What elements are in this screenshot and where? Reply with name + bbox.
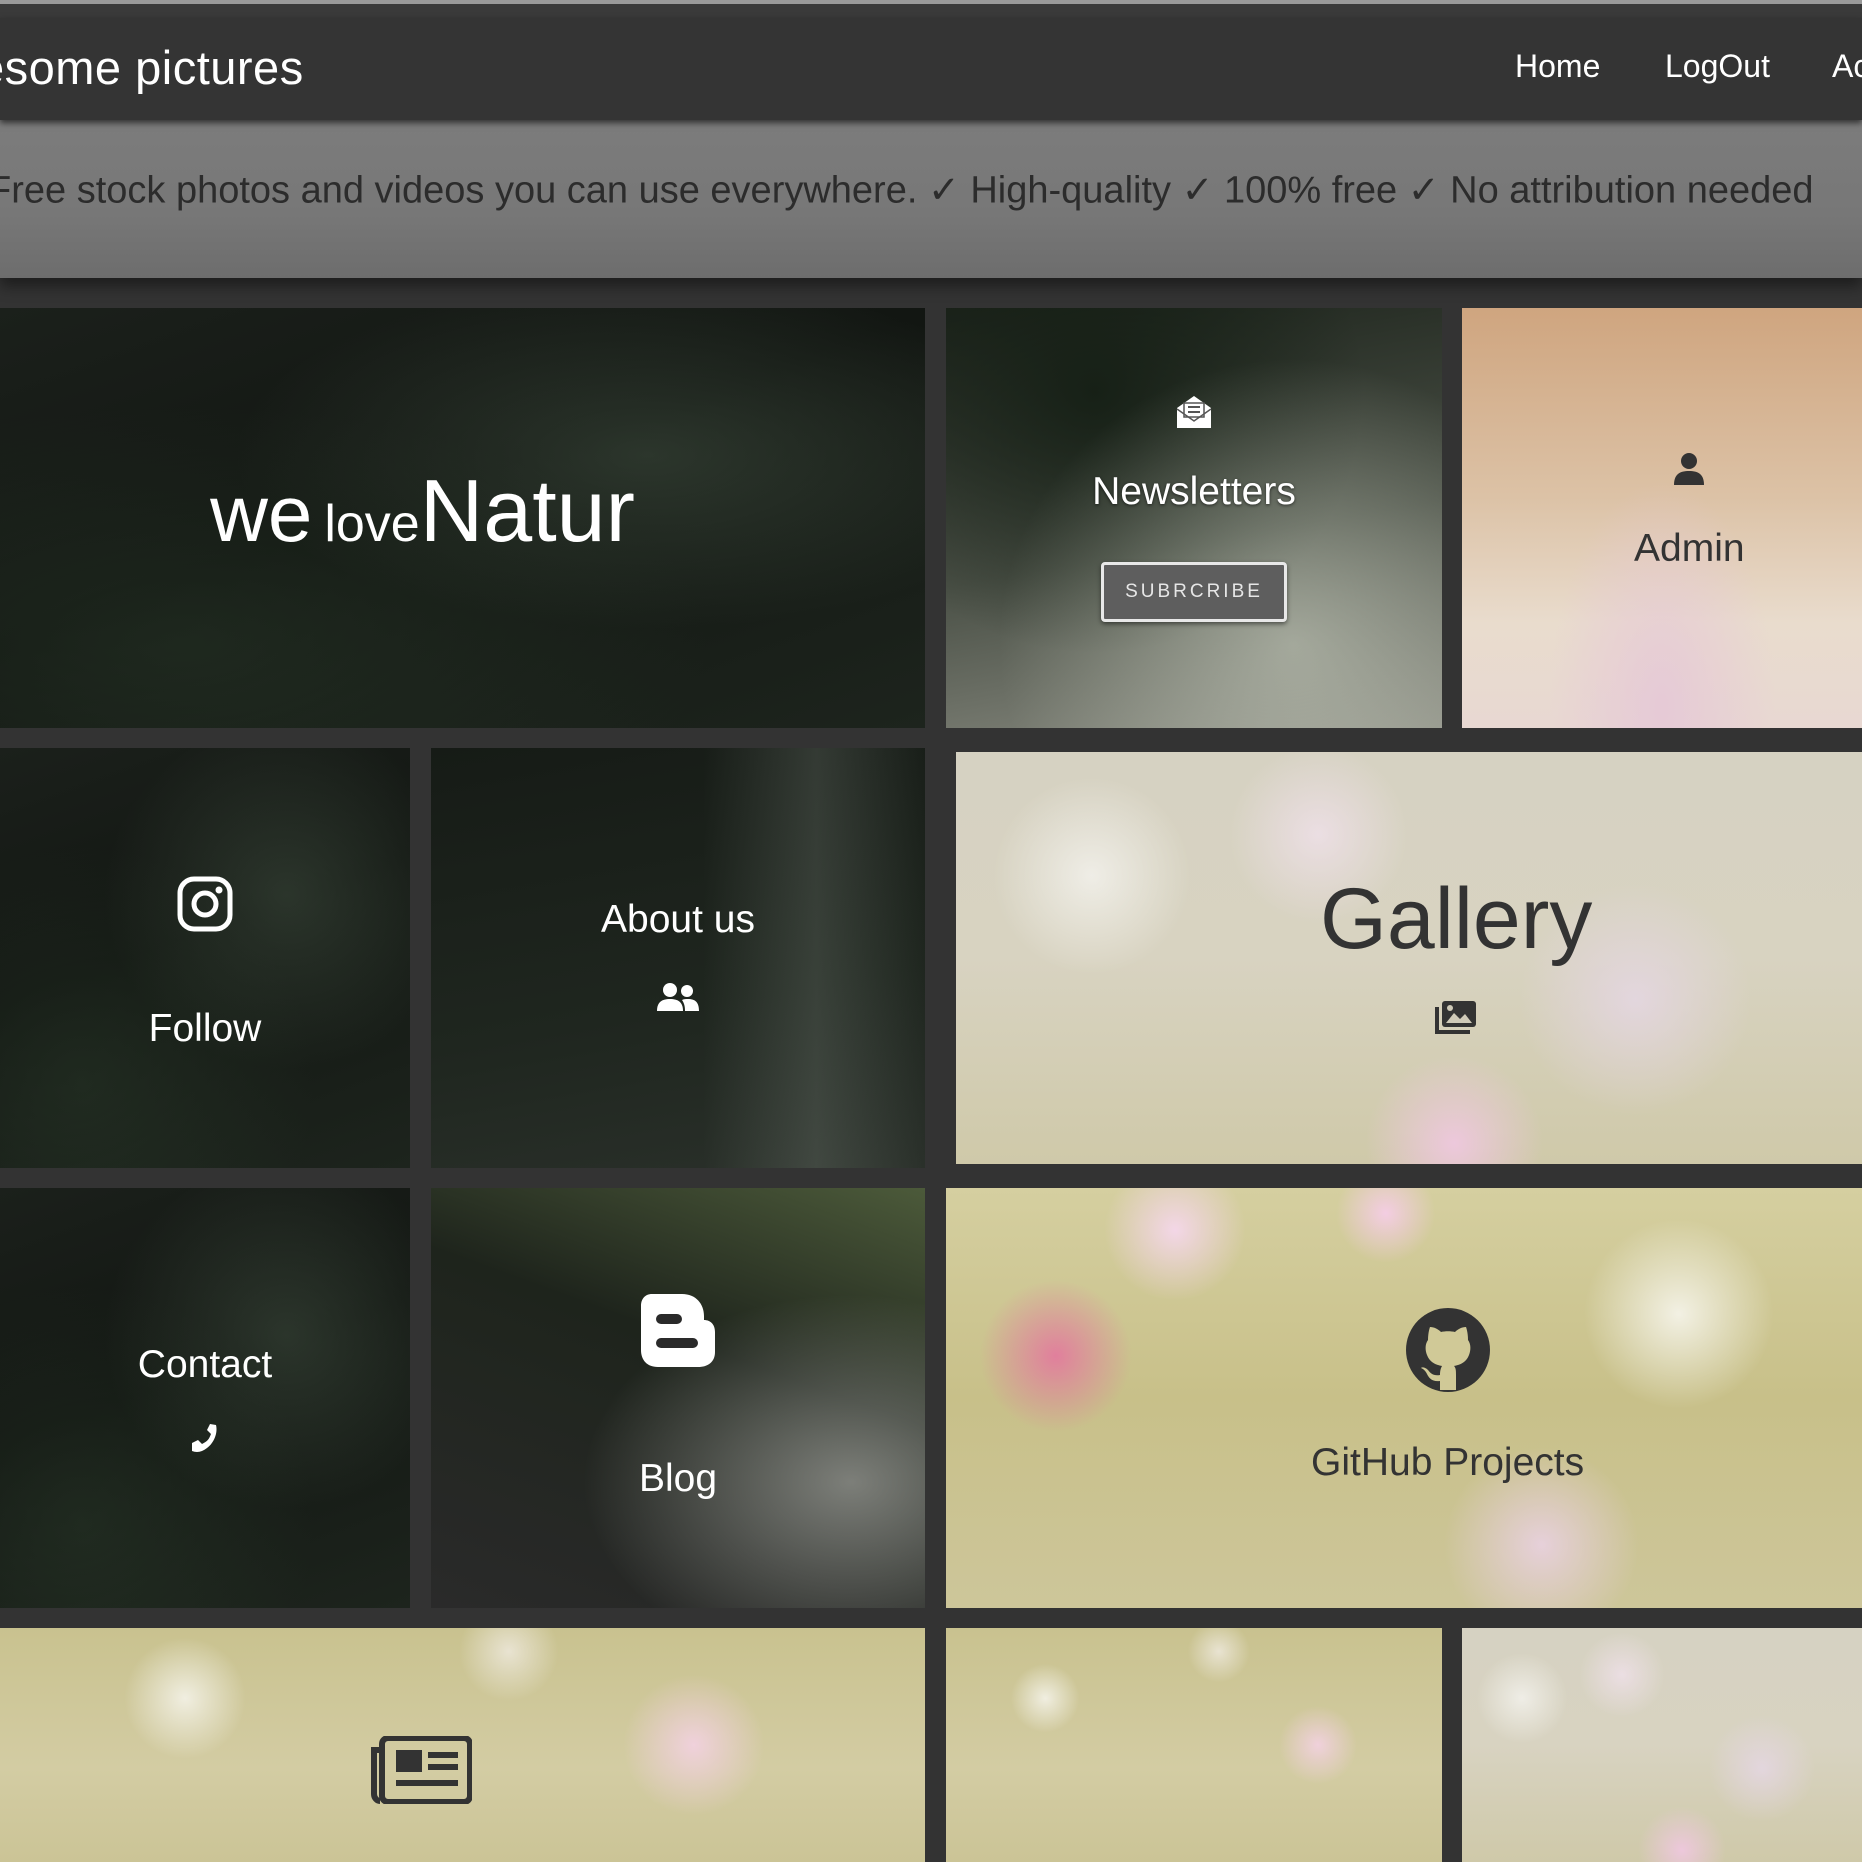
banner-text: Free stock photos and videos you can use… — [0, 169, 1814, 212]
nav-link-account[interactable]: Ac — [1832, 48, 1862, 85]
blogger-icon — [638, 1290, 718, 1375]
tile-contact[interactable]: Contact — [0, 1188, 410, 1608]
gallery-label: Gallery — [1320, 871, 1593, 967]
hero-word-we: we — [210, 469, 313, 558]
nav-link-home[interactable]: Home — [1515, 48, 1600, 85]
user-icon — [1672, 452, 1706, 491]
tile-gallery[interactable]: Gallery — [956, 752, 1862, 1164]
tile-github[interactable]: GitHub Projects — [946, 1188, 1862, 1608]
subscribe-button[interactable]: SUBRCRIBE — [1101, 561, 1287, 622]
images-icon — [1434, 999, 1478, 1040]
follow-label: Follow — [148, 1006, 262, 1050]
github-label: GitHub Projects — [1311, 1440, 1585, 1484]
admin-label: Admin — [1634, 526, 1745, 570]
tile-bottom-middle[interactable] — [946, 1628, 1442, 1862]
brand-title[interactable]: esome pictures — [0, 40, 304, 95]
navbar: esome pictures Home LogOut Ac — [0, 18, 1862, 120]
hero-title: we love Natur — [210, 460, 635, 562]
contact-label: Contact — [137, 1342, 273, 1386]
phone-icon — [188, 1421, 222, 1460]
newsletters-label: Newsletters — [1092, 469, 1296, 513]
window-top-strip — [0, 0, 1862, 18]
github-icon — [1404, 1306, 1492, 1399]
nav-link-logout[interactable]: LogOut — [1665, 48, 1770, 85]
blog-label: Blog — [638, 1456, 718, 1500]
hero-word-love: love — [324, 495, 420, 553]
tile-bottom-right-background — [1462, 1628, 1862, 1862]
envelope-open-text-icon — [1176, 395, 1212, 434]
users-icon — [656, 982, 700, 1017]
tile-admin[interactable]: Admin — [1462, 308, 1862, 728]
about-label: About us — [601, 897, 755, 941]
newspaper-icon — [368, 1735, 473, 1809]
hero-word-natur: Natur — [419, 461, 635, 560]
instagram-icon — [177, 876, 233, 937]
tile-follow[interactable]: Follow — [0, 748, 410, 1168]
tile-news[interactable] — [0, 1628, 925, 1862]
tile-blog[interactable]: Blog — [431, 1188, 925, 1608]
promo-banner: Free stock photos and videos you can use… — [0, 120, 1862, 278]
tile-hero: we love Natur — [0, 308, 925, 728]
tile-bottom-right[interactable] — [1462, 1628, 1862, 1862]
tile-newsletters[interactable]: Newsletters SUBRCRIBE — [946, 308, 1442, 728]
tile-about[interactable]: About us — [431, 748, 925, 1168]
tile-bottom-middle-background — [946, 1628, 1442, 1862]
